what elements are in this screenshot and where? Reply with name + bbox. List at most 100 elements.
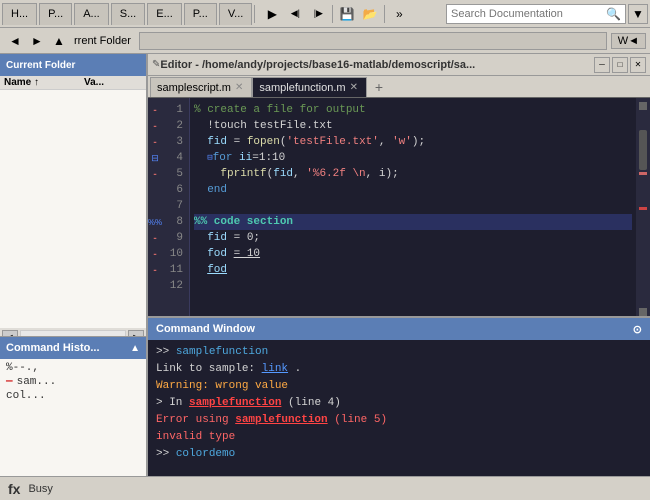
file-browser-header: Current Folder (0, 54, 146, 76)
search-input[interactable] (451, 8, 606, 20)
more-button[interactable]: » (388, 3, 410, 25)
step-back-button[interactable]: ◀| (284, 3, 306, 25)
command-history-panel: Command Histo... ▲ %--., — sam... col... (0, 336, 146, 476)
ind-6 (151, 182, 159, 198)
ind-9: - (151, 230, 159, 246)
code-str-2: 'w' (392, 134, 412, 150)
ind-1: - (151, 102, 159, 118)
code-line-2: !touch testFile.txt (194, 118, 632, 134)
code-line-10: fod = 10 (194, 246, 632, 262)
cmd-item-3: col... (6, 390, 46, 402)
path-toolbar: ◄ ► ▲ rrent Folder W◄ (0, 28, 650, 54)
editor-title: Editor - /home/andy/projects/base16-matl… (160, 59, 475, 71)
separator-1 (254, 5, 255, 23)
tab-samplescript-close[interactable]: ✕ (235, 82, 243, 93)
cmd-fn-link-2[interactable]: samplefunction (235, 414, 327, 426)
tab-p1[interactable]: P... (39, 3, 72, 25)
ind-3: - (151, 134, 159, 150)
toolbar-icons: ▶ ◀| |▶ 💾 📂 » (261, 3, 410, 25)
ind-11: - (151, 262, 159, 278)
code-line-11: fod (194, 262, 632, 278)
editor-scrollbar[interactable] (636, 98, 650, 316)
code-eq-10: = 10 (234, 246, 260, 262)
code-line-1: % create a file for output (194, 102, 632, 118)
ind-8: %% (151, 214, 159, 230)
code-line-6: end (194, 182, 632, 198)
path-input[interactable] (139, 32, 607, 50)
nav-up-button[interactable]: ▲ (48, 30, 70, 52)
tab-samplefunction-close[interactable]: ✕ (350, 82, 358, 93)
search-box: 🔍 (446, 4, 626, 24)
editor-icon: ✎ (152, 59, 160, 70)
cmd-window-expand-icon[interactable]: ⊙ (633, 323, 642, 336)
ind-7 (151, 198, 159, 214)
line-num-1: 1 (168, 102, 183, 118)
file-scroll-area[interactable] (0, 90, 146, 328)
status-bar: fx Busy (0, 476, 650, 500)
list-item[interactable]: col... (6, 389, 140, 403)
editor-minimize-btn[interactable]: ─ (594, 57, 610, 73)
code-text-2: !touch testFile.txt (194, 118, 333, 134)
current-folder-tab[interactable]: Current Folder (6, 60, 75, 71)
save-button[interactable]: 💾 (336, 3, 358, 25)
cmd-window-content[interactable]: >> samplefunction Link to sample: link .… (148, 340, 650, 476)
filter-button[interactable]: ▼ (628, 4, 648, 24)
step-fwd-button[interactable]: |▶ (307, 3, 329, 25)
tab-samplescript[interactable]: samplescript.m ✕ (150, 77, 252, 97)
cmd-dash-icon: — (6, 376, 13, 388)
list-item[interactable]: %--., (6, 361, 140, 375)
scrollbar-mark-2 (639, 207, 647, 210)
editor-close-btn[interactable]: ✕ (630, 57, 646, 73)
current-folder-label: rrent Folder (74, 35, 131, 47)
tab-h[interactable]: H... (2, 3, 37, 25)
cmd-window-header: Command Window ⊙ (148, 318, 650, 340)
line-num-12: 12 (168, 278, 183, 294)
cmd-link-1[interactable]: link (262, 363, 288, 375)
cmd-out-2: Link to sample: link . (156, 361, 642, 378)
code-str-fmt: '%6.2f \n (306, 166, 365, 182)
code-var-fod-11: fod (207, 262, 227, 278)
cmd-out-4: > In samplefunction (line 4) (156, 395, 642, 412)
code-content[interactable]: % create a file for output !touch testFi… (190, 98, 636, 316)
tab-e[interactable]: E... (147, 3, 182, 25)
line-num-11: 11 (168, 262, 183, 278)
tab-a[interactable]: A... (74, 3, 109, 25)
code-var-fid-9: fid (207, 230, 227, 246)
command-window: Command Window ⊙ >> samplefunction Link … (148, 316, 650, 476)
open-button[interactable]: 📂 (359, 3, 381, 25)
cmd-fn-link-1[interactable]: samplefunction (189, 397, 281, 409)
cmd-history-content: %--., — sam... col... (0, 359, 146, 476)
tab-v[interactable]: V... (219, 3, 253, 25)
tab-add-button[interactable]: + (369, 77, 389, 97)
code-comment-1: % create a file for output (194, 102, 366, 118)
nav-fwd-button[interactable]: ► (26, 30, 48, 52)
code-line-5: fprintf ( fid , '%6.2f \n , i); (194, 166, 632, 182)
ind-12 (151, 278, 159, 294)
ind-4: ⊟ (151, 150, 159, 166)
scrollbar-thumb[interactable] (639, 130, 647, 170)
ind-2: - (151, 118, 159, 134)
tab-s[interactable]: S... (111, 3, 146, 25)
list-item[interactable]: — sam... (6, 375, 140, 389)
ind-10: - (151, 246, 159, 262)
code-var-fod-10: fod (207, 246, 227, 262)
nav-back-button[interactable]: ◄ (4, 30, 26, 52)
line-num-5: 5 (168, 166, 183, 182)
tab-p2[interactable]: P... (184, 3, 217, 25)
scroll-up-arrow[interactable] (639, 102, 647, 110)
code-section-8: %% code section (194, 214, 293, 230)
code-line-4: ⊟ for ii =1:10 (194, 150, 632, 166)
code-end-kw-6: end (207, 182, 227, 198)
editor-controls: ─ □ ✕ (594, 57, 646, 73)
tab-samplefunction[interactable]: samplefunction.m ✕ (252, 77, 367, 97)
search-icon[interactable]: 🔍 (606, 7, 621, 21)
play-button[interactable]: ▶ (261, 3, 283, 25)
code-line-9: fid = 0; (194, 230, 632, 246)
editor-maximize-btn[interactable]: □ (612, 57, 628, 73)
cmd-history-expand-icon[interactable]: ▲ (130, 343, 140, 354)
code-line-12 (194, 278, 632, 294)
workspace-tab[interactable]: W◄ (611, 33, 646, 49)
code-var-fid-5: fid (273, 166, 293, 182)
code-editor[interactable]: - - - ⊟ - %% - - - 1 2 3 4 5 6 (148, 98, 650, 316)
scroll-down-arrow[interactable] (639, 308, 647, 316)
